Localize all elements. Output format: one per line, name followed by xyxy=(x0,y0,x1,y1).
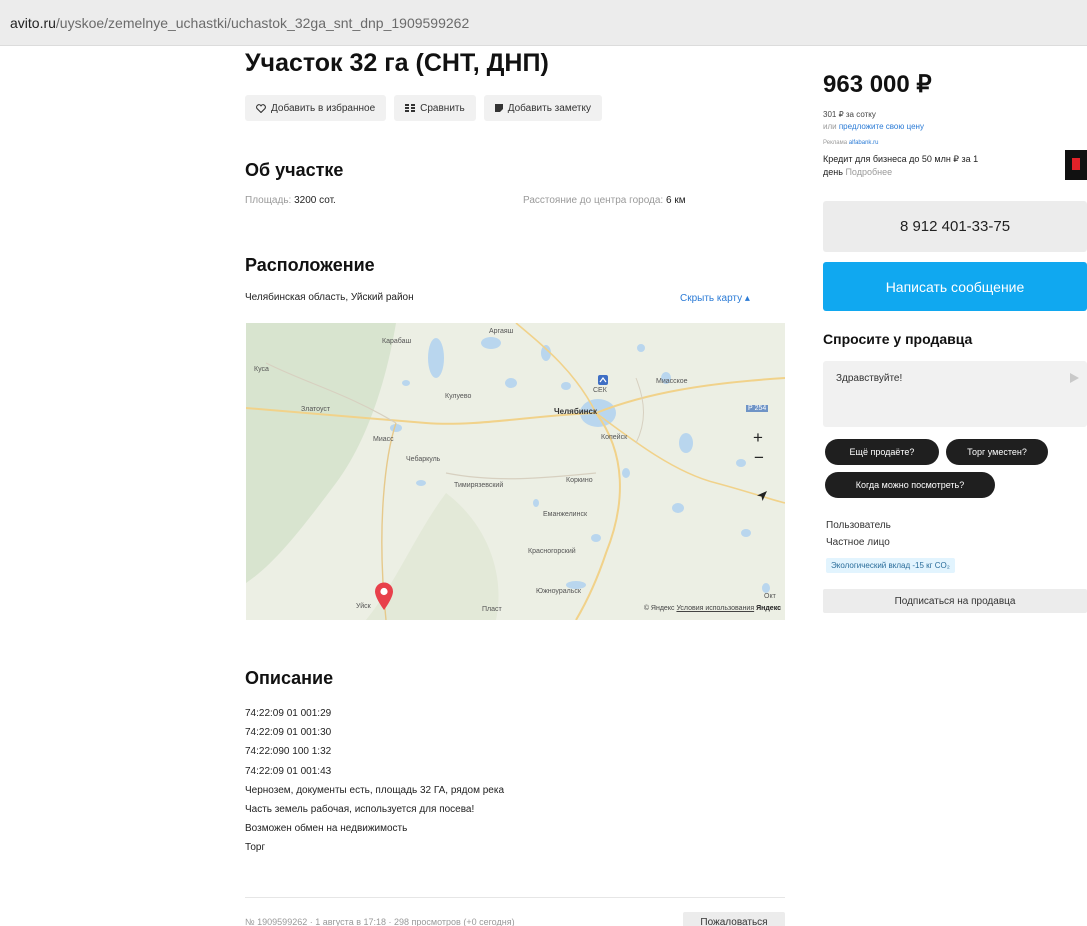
url-path: /uyskoe/zemelnye_uchastki/uchastok_32ga_… xyxy=(55,15,470,31)
description-line: Чернозем, документы есть, площадь 32 ГА,… xyxy=(245,784,505,796)
ask-seller-input[interactable]: Здравствуйте! xyxy=(823,361,1087,427)
send-icon[interactable] xyxy=(1070,373,1079,383)
alfabank-logo[interactable] xyxy=(1065,150,1087,180)
description-line: 74:22:090 100 1:32 xyxy=(245,746,332,758)
price-per-sotka: 301 ₽ за сотку xyxy=(823,110,876,119)
map-label-plast: Пласт xyxy=(482,606,502,613)
map-label-kopeysk: Копейск xyxy=(601,434,628,441)
complain-button[interactable]: Пожаловаться xyxy=(683,912,785,926)
offer-price-row: или предложите свою цену xyxy=(823,122,924,131)
url-text[interactable]: avito.ru/uyskoe/zemelnye_uchastki/uchast… xyxy=(10,15,469,31)
eco-badge[interactable]: Экологический вклад -15 кг CO₂ xyxy=(826,558,955,573)
ad-text-cont[interactable]: день Подробнее xyxy=(823,167,892,177)
offer-price-link[interactable]: предложите свою цену xyxy=(839,122,924,131)
distance-row: Расстояние до центра города: 6 км xyxy=(523,195,686,206)
description-line: Часть земель рабочая, используется для п… xyxy=(245,804,475,816)
chip-still-selling[interactable]: Ещё продаёте? xyxy=(825,439,939,465)
hide-map-label: Скрыть карту xyxy=(680,293,743,304)
description-line: 74:22:09 01 001:30 xyxy=(245,727,332,739)
map-geolocate-icon[interactable] xyxy=(756,490,768,502)
map-zoom-out-button[interactable]: − xyxy=(754,449,764,466)
ad-label: Реклама xyxy=(823,140,848,146)
hide-map-link[interactable]: Скрыть карту ▴ xyxy=(680,293,750,304)
browser-address-bar[interactable]: avito.ru/uyskoe/zemelnye_uchastki/uchast… xyxy=(0,0,1087,46)
add-to-favorites-label: Добавить в избранное xyxy=(271,102,376,114)
map-label-yuzhnouralsk: Южноуральск xyxy=(536,588,581,595)
add-note-label: Добавить заметку xyxy=(507,102,591,114)
map-terrain xyxy=(246,323,785,620)
chevron-up-icon: ▴ xyxy=(744,293,750,304)
description-line: Торг xyxy=(245,842,266,854)
map-label-kusa: Куса xyxy=(254,366,269,373)
seller-type: Частное лицо xyxy=(826,537,890,548)
listing-meta: № 1909599262 · 1 августа в 17:18 · 298 п… xyxy=(245,917,515,926)
listing-title: Участок 32 га (СНТ, ДНП) xyxy=(245,49,549,77)
map-copyright: © Яндекс xyxy=(643,605,675,612)
ad-source[interactable]: alfabank.ru xyxy=(849,140,879,146)
chip-when-view[interactable]: Когда можно посмотреть? xyxy=(825,472,995,498)
location-address: Челябинская область, Уйский район xyxy=(245,292,414,303)
add-to-favorites-button[interactable]: Добавить в избранное xyxy=(245,95,387,121)
map-zoom-in-button[interactable]: + xyxy=(753,429,763,446)
area-value: 3200 сот. xyxy=(294,195,336,206)
map-label-miasskoye: Миасское xyxy=(656,378,688,385)
map-label-emanzhelinsk: Еманжелинск xyxy=(543,511,588,518)
map-label-chelyabinsk: Челябинск xyxy=(554,407,597,416)
distance-label: Расстояние до центра города: xyxy=(523,195,664,206)
location-pin-icon xyxy=(375,582,393,610)
chip-bargain[interactable]: Торг уместен? xyxy=(946,439,1048,465)
ask-seller-heading: Спросите у продавца xyxy=(823,331,973,347)
map-label-karabash: Карабаш xyxy=(382,338,412,345)
ad-text[interactable]: Кредит для бизнеса до 50 млн ₽ за 1 xyxy=(823,154,978,165)
add-note-button[interactable]: Добавить заметку xyxy=(483,95,602,121)
map-label-okt: Окт xyxy=(764,593,776,600)
area-label: Площадь: xyxy=(245,195,292,206)
map-terms-link[interactable]: Условия использования xyxy=(676,605,754,612)
compare-button[interactable]: Сравнить xyxy=(394,95,476,121)
seller-name[interactable]: Пользователь xyxy=(826,520,891,531)
alfa-a-icon xyxy=(1072,158,1080,170)
compare-label: Сравнить xyxy=(420,102,465,114)
map-label-timiryazevsky: Тимирязевский xyxy=(454,482,504,489)
map-label-zlatoust: Златоуст xyxy=(301,406,331,413)
location-map[interactable]: Карабаш Аргаяш Куса Златоуст Кулуево Чел… xyxy=(246,323,785,620)
about-heading: Об участке xyxy=(245,160,344,180)
phone-button[interactable]: 8 912 401-33-75 xyxy=(823,201,1087,252)
area-row: Площадь: 3200 сот. xyxy=(245,195,336,206)
description-text: 74:22:09 01 001:29 74:22:09 01 001:30 74… xyxy=(245,704,504,858)
yandex-logo[interactable]: Яндекс xyxy=(756,605,781,612)
description-heading: Описание xyxy=(245,668,334,688)
ad-text-line2: день xyxy=(823,167,843,177)
ad-label-row: Реклама alfabank.ru xyxy=(823,140,878,146)
compare-icon xyxy=(405,104,416,112)
price: 963 000 ₽ xyxy=(823,71,932,98)
location-heading: Расположение xyxy=(245,255,375,275)
subscribe-seller-button[interactable]: Подписаться на продавца xyxy=(823,589,1087,613)
map-label-sek: СЕК xyxy=(593,387,607,394)
write-message-button[interactable]: Написать сообщение xyxy=(823,262,1087,311)
note-icon xyxy=(494,104,503,112)
distance-value: 6 км xyxy=(666,195,686,206)
offer-prefix: или xyxy=(823,122,837,131)
description-line: Возможен обмен на недвижимость xyxy=(245,823,408,835)
url-domain: avito.ru xyxy=(10,15,56,31)
ad-more-link[interactable]: Подробнее xyxy=(845,167,892,177)
description-line: 74:22:09 01 001:29 xyxy=(245,708,332,719)
map-label-miass: Миасс xyxy=(373,436,394,443)
map-footer: © Яндекс Условия использования Яндекс xyxy=(644,605,781,612)
divider xyxy=(245,897,785,898)
map-label-argayash: Аргаяш xyxy=(489,328,514,335)
heart-icon xyxy=(256,103,266,113)
metro-icon xyxy=(598,375,608,385)
road-badge: Р 254 xyxy=(746,405,769,412)
map-label-korkino: Коркино xyxy=(566,477,593,484)
listing-actions: Добавить в избранное Сравнить Добавить з… xyxy=(245,95,602,121)
map-label-chebarkul: Чебаркуль xyxy=(406,456,441,463)
description-line: 74:22:09 01 001:43 xyxy=(245,765,332,777)
map-label-kuluevo: Кулуево xyxy=(445,393,472,400)
map-label-krasnogorsky: Красногорский xyxy=(528,548,576,555)
map-label-uysk: Уйск xyxy=(356,603,371,610)
ask-seller-text: Здравствуйте! xyxy=(836,373,903,384)
